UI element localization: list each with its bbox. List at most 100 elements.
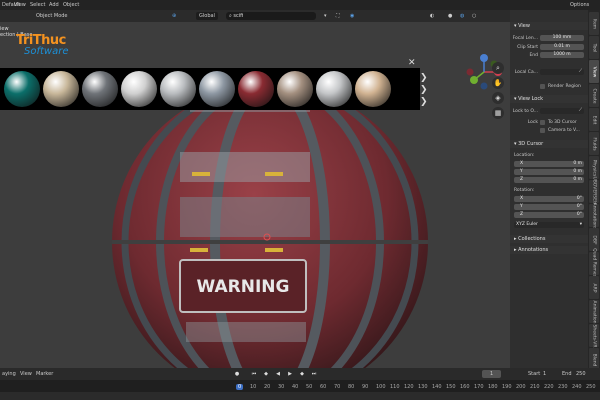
play-reverse-icon[interactable]: ◀	[274, 370, 282, 378]
ruler-tick-label: 210	[530, 384, 540, 390]
play-icon[interactable]: ▶	[286, 370, 294, 378]
sidebar-tabs: Item Tool View Create Edit Fluids Physics UBOVE…	[588, 10, 600, 371]
location-label: Location:	[514, 153, 535, 158]
ruler-tick-label: 80	[348, 384, 355, 390]
tab-item[interactable]: Item	[589, 12, 599, 35]
start-frame-value[interactable]: 1	[543, 368, 546, 380]
material-thumbnail-red-panel-sphere[interactable]	[238, 71, 274, 107]
chevron-right-icon[interactable]: ❯	[420, 96, 430, 108]
timeline-header: aying View Marker ● ⏮ ◆ ◀ ▶ ◆ ⏭ 1 Start …	[0, 368, 600, 380]
chevron-right-icon[interactable]: ❯	[420, 72, 430, 84]
view-lock-header[interactable]: ▾ View Lock	[510, 95, 588, 103]
tab-tool[interactable]: Tool	[589, 36, 599, 59]
tab-uboversehc[interactable]: UBOVERSEHC	[589, 176, 599, 207]
focal-length-field[interactable]: 100 mm	[540, 35, 584, 41]
menu-object[interactable]: Object	[63, 0, 79, 10]
timeline-track[interactable]	[0, 392, 600, 400]
tab-view[interactable]: View	[589, 60, 599, 83]
orientation-icon[interactable]: ⊕	[172, 12, 176, 20]
view-panel-header[interactable]: ▾ View	[510, 22, 588, 30]
object-mode-dropdown[interactable]: Object Mode	[36, 12, 68, 20]
pan-hand-icon[interactable]: ✋	[492, 77, 504, 89]
tab-label: Animation	[591, 300, 597, 323]
material-thumbnail-sci-panel-sphere[interactable]	[121, 71, 157, 107]
cursor-rotation-x[interactable]: X 0°	[514, 196, 584, 202]
search-input[interactable]: ⌕ scifi	[226, 12, 316, 20]
grid-view-icon[interactable]: ▦	[492, 107, 504, 119]
ruler-tick-label: 20	[264, 384, 271, 390]
clip-start-field[interactable]: 0.01 m	[540, 44, 584, 50]
snap-icon[interactable]: ⛶	[336, 12, 340, 20]
material-thumbnail-grey-tile-sphere[interactable]	[160, 71, 196, 107]
tab-quad-remesh[interactable]: Quad Remesh	[589, 248, 599, 279]
cursor-location-z[interactable]: Z0 m	[514, 177, 584, 183]
timeline-view-menu[interactable]: View	[20, 368, 32, 380]
close-icon[interactable]: ✕	[408, 58, 416, 68]
clip-start-label: Clip Start	[517, 45, 538, 50]
ruler-tick-label: 40	[292, 384, 299, 390]
next-keyframe-icon[interactable]: ◆	[298, 370, 306, 378]
tab-label: View	[591, 66, 597, 77]
material-thumbnail-chrome-sphere[interactable]	[199, 71, 235, 107]
filter-icon[interactable]: ▾	[324, 12, 327, 20]
overlay-icon[interactable]: ◐	[430, 12, 434, 20]
camera-to-view-checkbox[interactable]	[540, 128, 545, 133]
prev-keyframe-icon[interactable]: ◆	[262, 370, 270, 378]
shading-rendered-icon[interactable]: ○	[472, 12, 476, 20]
material-thumbnail-metal-grid-sphere[interactable]	[82, 71, 118, 107]
cursor-location-y[interactable]: Y0 m	[514, 169, 584, 175]
camera-view-icon[interactable]: ◈	[492, 92, 504, 104]
cursor-rotation-z[interactable]: Z 0°	[514, 212, 584, 218]
eyedropper-icon[interactable]: ⟋	[579, 69, 582, 75]
menu-select[interactable]: Select	[30, 0, 45, 10]
annotations-header[interactable]: ▸ Annotations	[510, 246, 588, 254]
local-camera-field[interactable]: ⟋	[540, 69, 584, 75]
material-thumbnail-metal-plate-sphere[interactable]	[277, 71, 313, 107]
shading-material-icon[interactable]: ◍	[460, 12, 464, 20]
ruler-tick-label: 140	[432, 384, 442, 390]
ruler-tick-label: 110	[390, 384, 400, 390]
material-thumbnail-brick-sphere[interactable]	[355, 71, 391, 107]
tab-annotations[interactable]: Annotations	[589, 202, 599, 229]
cursor-location-x[interactable]: X0 m	[514, 161, 584, 167]
lock-to-cursor-checkbox[interactable]	[540, 120, 545, 125]
menu-add[interactable]: Add	[49, 0, 59, 10]
ruler-tick-label: 190	[502, 384, 512, 390]
lock-to-object-field[interactable]: ⟋	[540, 108, 584, 114]
playback-menu[interactable]: aying	[2, 368, 16, 380]
proportional-icon[interactable]: ◉	[350, 12, 354, 20]
material-thumbnail-teal-sphere[interactable]	[4, 71, 40, 107]
focal-length-label: Focal Len...	[512, 36, 538, 41]
timeline-marker-menu[interactable]: Marker	[36, 368, 53, 380]
3d-cursor-header[interactable]: ▾ 3D Cursor	[510, 140, 588, 148]
rotation-mode-dropdown[interactable]: XYZ Euler ▾	[514, 222, 584, 228]
zoom-icon[interactable]: ⌕	[492, 62, 504, 74]
tab-animation[interactable]: Animation	[589, 300, 599, 323]
chevron-right-icon[interactable]: ❯	[420, 84, 430, 96]
ruler-tick-label: 180	[488, 384, 498, 390]
transform-orientation-dropdown[interactable]: Global	[196, 12, 218, 20]
collections-header[interactable]: ▸ Collections	[510, 235, 588, 243]
material-thumbnail-tile-sphere[interactable]	[43, 71, 79, 107]
eyedropper-icon[interactable]: ⟋	[579, 108, 582, 114]
tab-edit[interactable]: Edit	[589, 108, 599, 131]
tab-create[interactable]: Create	[589, 84, 599, 107]
tab-arp[interactable]: ARP	[589, 276, 599, 299]
tab-fluids[interactable]: Fluids	[589, 132, 599, 155]
tab-label: Blend	[591, 353, 597, 366]
3d-viewport[interactable]: iew ection | Base TriThuc Software WARNI…	[0, 22, 510, 368]
cursor-rotation-y[interactable]: Y 0°	[514, 204, 584, 210]
render-region-checkbox[interactable]	[540, 84, 545, 89]
timeline-ruler[interactable]: 0 10 20 30 40 50 60 70 80 90 100 110 120 130 140 150 160…	[0, 380, 600, 400]
jump-end-icon[interactable]: ⏭	[310, 370, 318, 378]
shading-solid-icon[interactable]: ●	[448, 12, 452, 20]
tab-sheets-vr[interactable]: Sheets-VR	[589, 324, 599, 347]
jump-start-icon[interactable]: ⏮	[250, 370, 258, 378]
record-icon[interactable]: ●	[233, 370, 241, 378]
material-thumbnail-silver-sphere[interactable]	[316, 71, 352, 107]
options-button[interactable]: Options	[570, 0, 589, 10]
clip-end-field[interactable]: 1000 m	[540, 52, 584, 58]
end-frame-value[interactable]: 250	[576, 368, 586, 380]
current-frame-field[interactable]: 1	[482, 370, 502, 378]
menu-view[interactable]: View	[14, 0, 26, 10]
